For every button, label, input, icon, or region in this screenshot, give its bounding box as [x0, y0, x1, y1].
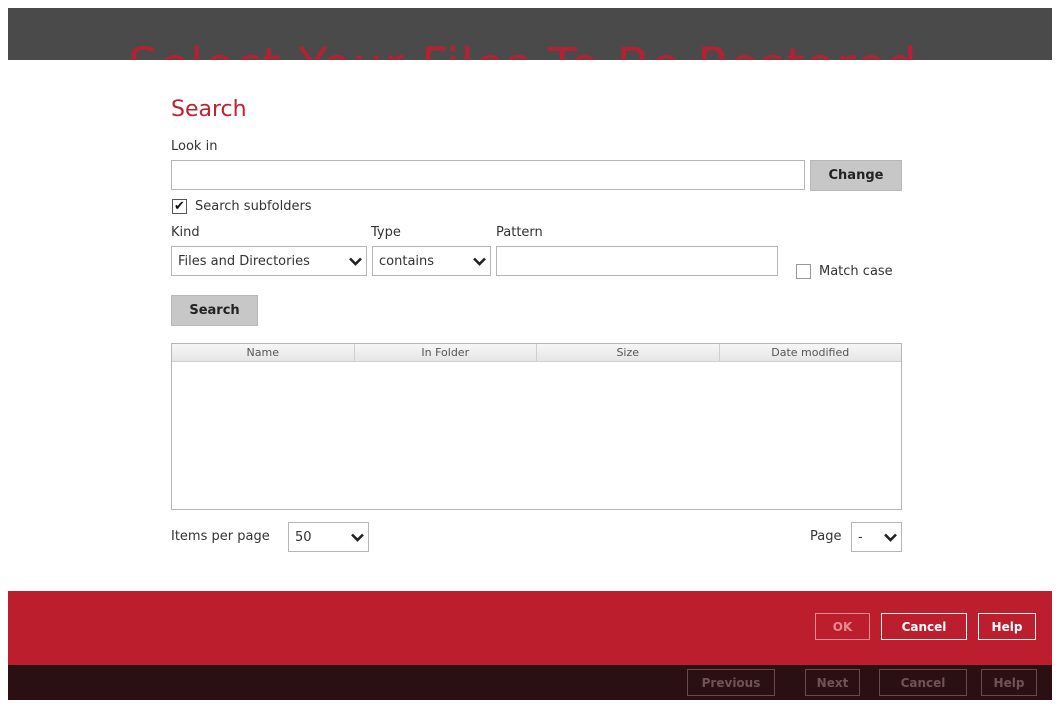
next-button[interactable]: Next [805, 669, 860, 696]
checkmark-icon: ✔ [174, 199, 185, 214]
kind-select-value: Files and Directories [178, 253, 310, 269]
page-select-value: - [858, 529, 863, 545]
cancel-button[interactable]: Cancel [881, 613, 967, 640]
look-in-label: Look in [171, 139, 218, 154]
kind-select[interactable]: Files and Directories [171, 246, 367, 276]
column-header-in-folder[interactable]: In Folder [355, 344, 537, 361]
chevron-down-icon [879, 533, 901, 542]
pattern-label: Pattern [496, 225, 543, 240]
search-dialog: Search Look in Change ✔ Search subfolder… [8, 60, 1052, 665]
items-per-page-select[interactable]: 50 [288, 522, 369, 552]
column-header-name[interactable]: Name [172, 344, 355, 361]
look-in-input[interactable] [171, 160, 805, 190]
results-table[interactable]: Name In Folder Size Date modified [171, 343, 902, 510]
app-window: Select Your Files To Be Restored Previou… [8, 8, 1052, 700]
column-header-date-modified[interactable]: Date modified [720, 344, 902, 361]
chevron-down-icon [468, 257, 490, 266]
type-select[interactable]: contains [372, 246, 491, 276]
help-button[interactable]: Help [978, 613, 1036, 640]
search-subfolders-checkbox[interactable]: ✔ [172, 199, 187, 214]
background-help-button[interactable]: Help [981, 669, 1037, 696]
column-header-size[interactable]: Size [537, 344, 720, 361]
previous-button[interactable]: Previous [687, 669, 775, 696]
background-page-title: Select Your Files To Be Restored [128, 38, 918, 60]
chevron-down-icon [346, 533, 368, 542]
type-select-value: contains [379, 253, 435, 269]
change-button[interactable]: Change [810, 160, 902, 191]
items-per-page-value: 50 [295, 529, 312, 545]
ok-button[interactable]: OK [815, 613, 870, 640]
match-case-checkbox[interactable] [796, 264, 811, 279]
search-button[interactable]: Search [171, 295, 258, 326]
kind-label: Kind [171, 225, 200, 240]
results-table-header: Name In Folder Size Date modified [172, 344, 901, 362]
background-header: Select Your Files To Be Restored [8, 8, 1052, 60]
background-cancel-button[interactable]: Cancel [879, 669, 967, 696]
type-label: Type [371, 225, 401, 240]
dialog-title: Search [171, 97, 247, 122]
chevron-down-icon [344, 257, 366, 266]
match-case-label: Match case [819, 264, 893, 279]
items-per-page-label: Items per page [171, 529, 270, 544]
search-subfolders-label: Search subfolders [195, 199, 312, 214]
page-label: Page [810, 529, 842, 544]
pattern-input[interactable] [496, 246, 778, 276]
page-select[interactable]: - [851, 522, 902, 552]
